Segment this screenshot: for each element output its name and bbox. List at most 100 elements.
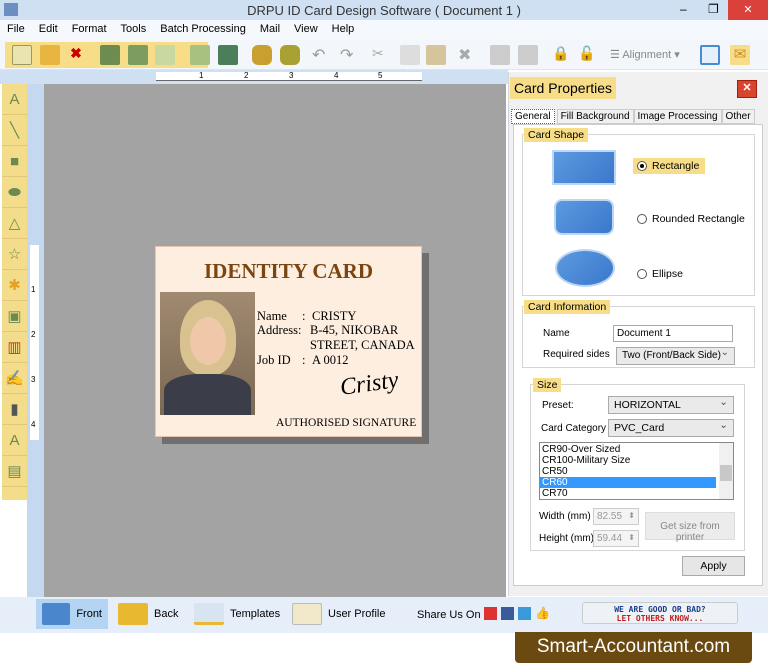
id-card[interactable]: IDENTITY CARD Name : CRISTY Address: B-4… (155, 246, 422, 437)
apply-button[interactable]: Apply (682, 556, 745, 576)
alignment-dropdown[interactable]: ☰ Alignment ▾ (610, 48, 680, 61)
ellipse-tool-icon[interactable]: ⬬ (2, 177, 27, 208)
tab-other[interactable]: Other (721, 109, 755, 124)
send-back-icon[interactable] (518, 45, 538, 65)
cut-icon[interactable]: ✂ (372, 45, 392, 65)
image-tool-icon[interactable]: ▣ (2, 301, 27, 332)
text-tool-icon[interactable]: A (2, 84, 27, 115)
grid-icon[interactable] (700, 45, 720, 65)
open-icon[interactable] (40, 45, 60, 65)
copy-icon[interactable] (400, 45, 420, 65)
shapes-tool-icon[interactable]: ✱ (2, 270, 27, 301)
spinner-icon[interactable]: ⬍ (628, 533, 635, 542)
radio-ellipse[interactable]: Ellipse (637, 268, 683, 280)
export-icon[interactable] (155, 45, 175, 65)
list-scrollbar[interactable] (719, 443, 733, 499)
required-sides-label: Required sides (543, 349, 610, 360)
menu-tools[interactable]: Tools (114, 20, 154, 35)
ruler-tick: 3 (289, 71, 294, 80)
menu-batch-processing[interactable]: Batch Processing (153, 20, 253, 35)
front-button[interactable]: Front (36, 599, 108, 629)
rectangle-tool-icon[interactable]: ■ (2, 146, 27, 177)
menu-edit[interactable]: Edit (32, 20, 65, 35)
print-preview-icon[interactable] (190, 45, 210, 65)
minimize-button[interactable]: – (680, 2, 687, 16)
library-tool-icon[interactable]: ▥ (2, 332, 27, 363)
card-category-select[interactable]: PVC_Card (608, 419, 734, 437)
card-photo[interactable] (160, 292, 255, 415)
menu-view[interactable]: View (287, 20, 325, 35)
back-button[interactable]: Back (112, 599, 184, 629)
spinner-icon[interactable]: ⬍ (628, 511, 635, 520)
list-item[interactable]: CR70 (540, 488, 733, 499)
width-value: 82.55 (597, 511, 623, 522)
print-icon[interactable] (218, 45, 238, 65)
unlock-icon[interactable]: 🔓 (578, 45, 598, 65)
rectangle-shape-icon[interactable] (552, 150, 616, 185)
delete-icon[interactable]: ✖ (458, 45, 478, 65)
ellipse-shape-icon[interactable] (555, 249, 615, 287)
lock-icon[interactable]: 🔒 (552, 45, 572, 65)
panel-close-icon[interactable]: ✕ (737, 80, 757, 98)
preset-select[interactable]: HORIZONTAL (608, 396, 734, 414)
name-field-label: Name (543, 328, 570, 339)
scrollbar-thumb[interactable] (720, 465, 732, 481)
picture-tool-icon[interactable]: ▤ (2, 456, 27, 487)
new-icon[interactable] (12, 45, 32, 65)
tab-image-processing[interactable]: Image Processing (633, 109, 722, 124)
signature-image[interactable]: Cristy (338, 367, 400, 402)
close-button[interactable]: ✕ (728, 0, 768, 20)
menu-help[interactable]: Help (325, 20, 362, 35)
close-document-icon[interactable]: ✖ (66, 45, 86, 65)
radio-rectangle[interactable]: Rectangle (633, 158, 706, 174)
feedback-button[interactable]: WE ARE GOOD OR BAD? LET OTHERS KNOW... (582, 602, 738, 624)
triangle-tool-icon[interactable]: △ (2, 208, 27, 239)
card-category-label: Card Category (541, 423, 607, 434)
signature-tool-icon[interactable]: ✍ (2, 363, 27, 394)
templates-button[interactable]: Templates (188, 599, 286, 629)
required-sides-select[interactable]: Two (Front/Back Side) (616, 347, 735, 365)
height-input[interactable]: 59.44 ⬍ (593, 530, 639, 547)
front-label: Front (76, 608, 102, 620)
list-item[interactable]: CR50 (540, 466, 733, 477)
maximize-button[interactable]: ❐ (708, 2, 719, 16)
redo-icon[interactable]: ↷ (340, 45, 360, 65)
mail-icon[interactable]: ✉ (730, 45, 750, 65)
rounded-rectangle-shape-icon[interactable] (554, 199, 614, 235)
name-input[interactable]: Document 1 (613, 325, 733, 342)
facebook-icon[interactable] (501, 607, 514, 620)
user-profile-button[interactable]: User Profile (286, 599, 391, 629)
save-as-icon[interactable] (128, 45, 148, 65)
width-input[interactable]: 82.55 ⬍ (593, 508, 639, 525)
save-icon[interactable] (100, 45, 120, 65)
ruler-tick: 1 (199, 71, 204, 80)
barcode-tool-icon[interactable]: ▮ (2, 394, 27, 425)
line-tool-icon[interactable]: ╲ (2, 115, 27, 146)
name-label: Name (257, 309, 287, 323)
twitter-icon[interactable] (518, 607, 531, 620)
menu-format[interactable]: Format (65, 20, 114, 35)
database-icon[interactable] (252, 45, 272, 65)
star-tool-icon[interactable]: ☆ (2, 239, 27, 270)
front-icon (42, 603, 71, 625)
height-label: Height (mm) (539, 533, 595, 544)
list-item-selected[interactable]: CR60 (540, 477, 716, 488)
radio-rounded-rectangle[interactable]: Rounded Rectangle (637, 213, 745, 225)
bring-front-icon[interactable] (490, 45, 510, 65)
undo-icon[interactable]: ↶ (312, 45, 332, 65)
menu-file[interactable]: File (0, 20, 32, 35)
ruler-tick: 5 (378, 71, 383, 80)
tab-general[interactable]: General (511, 109, 555, 124)
watermark-tool-icon[interactable]: A (2, 425, 27, 456)
tab-fill-background[interactable]: Fill Background (556, 109, 634, 124)
menu-mail[interactable]: Mail (253, 20, 287, 35)
paste-icon[interactable] (426, 45, 446, 65)
google-plus-icon[interactable] (484, 607, 497, 620)
title-bar: DRPU ID Card Design Software ( Document … (0, 0, 768, 20)
like-icon[interactable]: 👍 (535, 606, 550, 620)
size-listbox[interactable]: CR90-Over Sized CR100-Military Size CR50… (539, 442, 734, 500)
batch-database-icon[interactable] (280, 45, 300, 65)
get-size-from-printer-button[interactable]: Get size from printer (645, 512, 735, 543)
list-item[interactable]: CR100-Military Size (540, 455, 733, 466)
list-item[interactable]: CR90-Over Sized (540, 444, 733, 455)
